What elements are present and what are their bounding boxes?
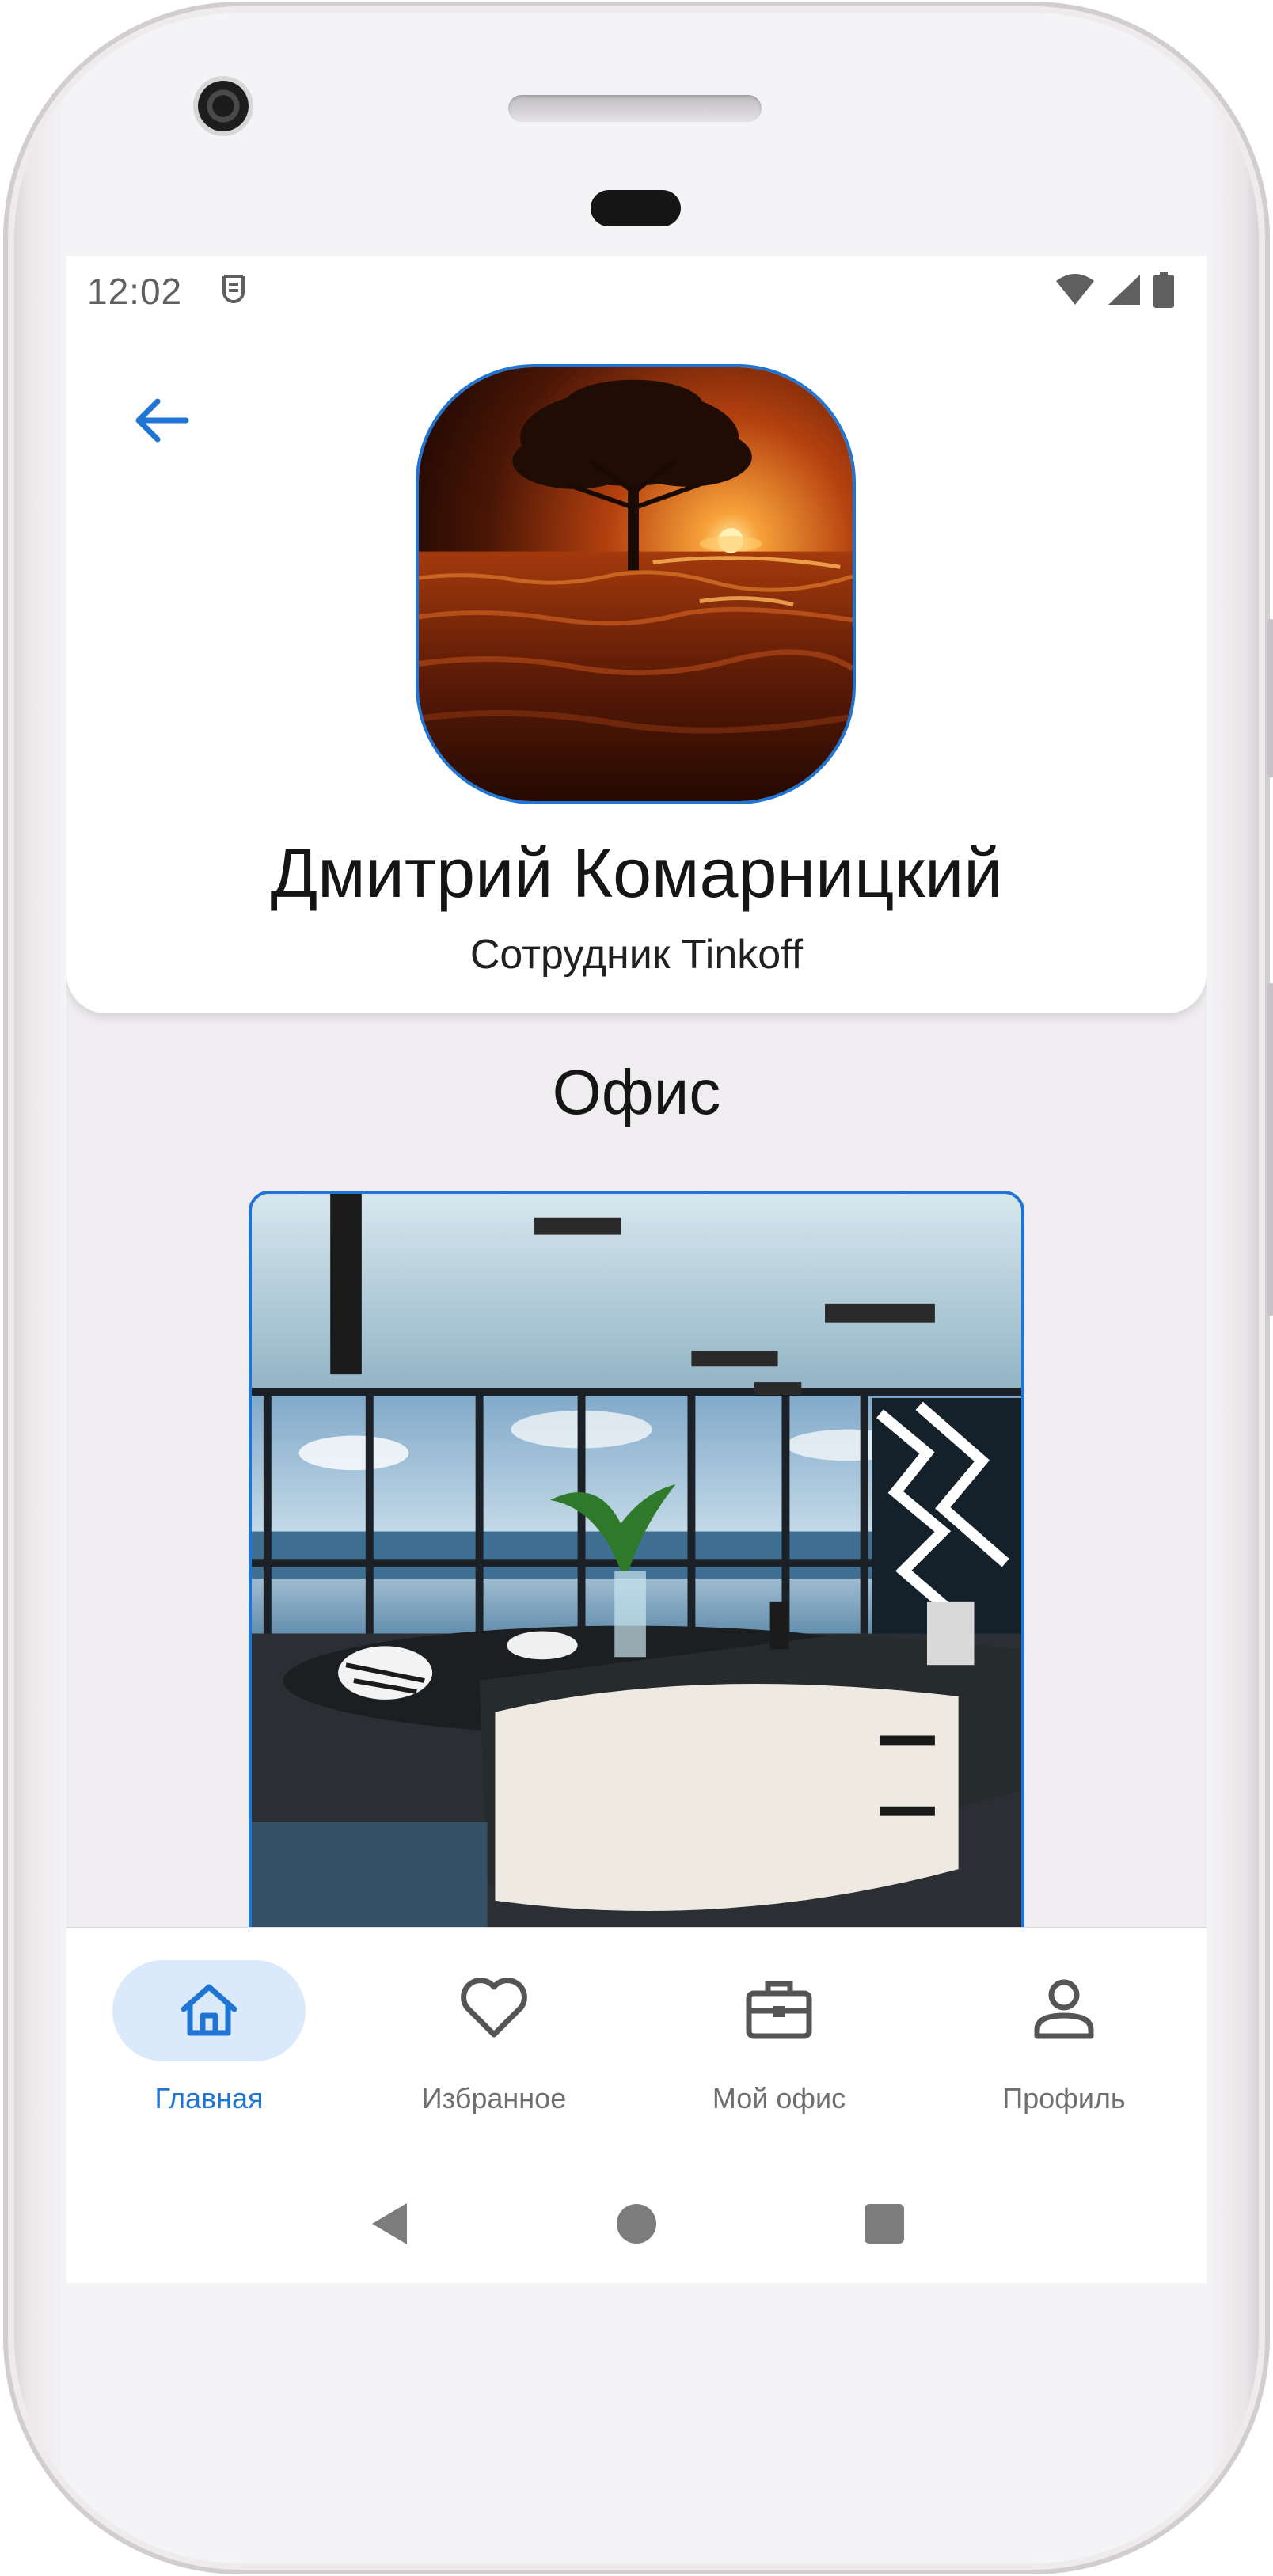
front-camera [198,81,249,131]
nav-label-home: Главная [154,2082,264,2114]
app-notification-icon [218,273,249,310]
office-section-title: Офис [552,1057,721,1127]
screen: 12:02 Дмитрий Комарницкий Сотрудник Tink… [66,256,1206,2283]
recents-square-icon [863,2202,906,2249]
office-image [252,1194,1021,1979]
battery-icon [1153,271,1175,312]
nav-label-favorites: Избранное [421,2082,567,2114]
nav-item-profile[interactable]: Профиль [922,1928,1206,2158]
nav-item-my-office[interactable]: Мой офис [636,1928,922,2158]
phone-frame: 12:02 Дмитрий Комарницкий Сотрудник Tink… [3,2,1273,2574]
heart-icon [459,1977,529,2045]
nav-item-favorites[interactable]: Избранное [352,1928,636,2158]
briefcase-icon [744,1978,814,2045]
arrow-left-icon [132,397,189,448]
bottom-navigation: Главная Избранное Мой офис Профиль [66,1927,1206,2283]
back-triangle-icon [369,2202,408,2250]
status-bar: 12:02 [66,256,1206,326]
home-icon [177,1981,241,2042]
nav-active-indicator [112,1960,306,2061]
avatar-image [419,367,853,801]
nav-item-home[interactable]: Главная [66,1928,352,2158]
avatar[interactable] [416,364,856,804]
volume-button [1267,983,1273,1316]
system-back-button[interactable] [357,2194,420,2257]
system-home-button[interactable] [605,2194,668,2257]
system-recents-button[interactable] [853,2194,916,2257]
power-button [1267,619,1273,777]
profile-card: Дмитрий Комарницкий Сотрудник Tinkoff [66,326,1206,1013]
wifi-icon [1054,273,1096,310]
office-photo[interactable] [249,1191,1024,1982]
profile-role: Сотрудник Tinkoff [469,932,804,978]
status-time: 12:02 [87,271,183,312]
back-button[interactable] [125,386,196,458]
profile-name: Дмитрий Комарницкий [270,834,1003,912]
earpiece-speaker [508,95,762,122]
person-icon [1032,1978,1096,2045]
home-circle-icon [615,2202,658,2249]
system-navigation-bar [66,2166,1206,2283]
nav-label-profile: Профиль [1002,2082,1126,2114]
cellular-signal-icon [1107,273,1142,310]
nav-label-my-office: Мой офис [712,2082,846,2114]
proximity-sensor [591,190,681,226]
